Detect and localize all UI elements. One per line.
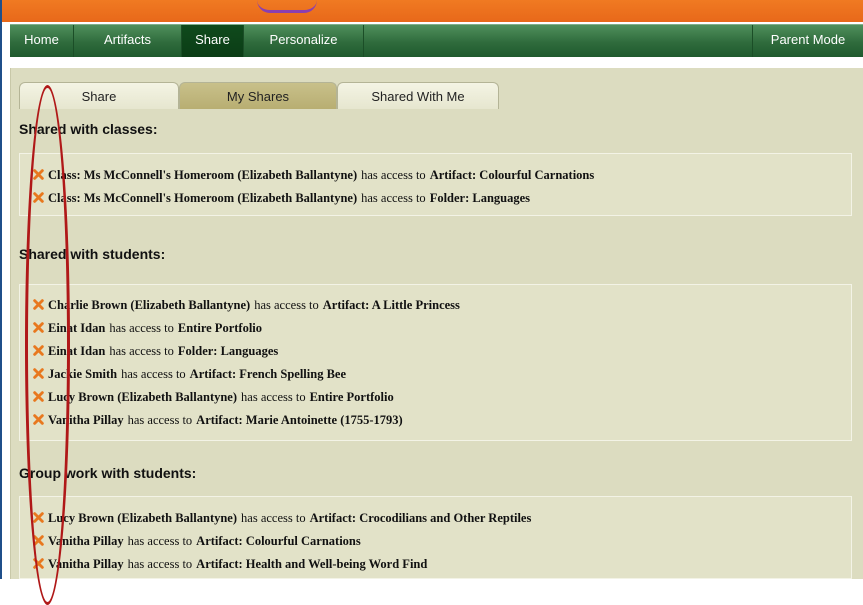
- access-connector: has access to: [121, 367, 186, 381]
- shared-item: Artifact: French Spelling Bee: [189, 367, 347, 381]
- share-list-box: [19, 153, 852, 216]
- tab-my-shares[interactable]: My Shares: [179, 82, 337, 109]
- share-row: Lucy Brown (Elizabeth Ballantyne) has acc…: [33, 511, 531, 526]
- share-recipient: Vanitha Pillay: [48, 413, 124, 427]
- logo-swoosh: [257, 0, 317, 13]
- nav-artifacts[interactable]: Artifacts: [74, 25, 182, 57]
- top-banner: [2, 0, 863, 22]
- remove-share-icon[interactable]: [33, 391, 44, 402]
- access-connector: has access to: [109, 344, 174, 358]
- access-connector: has access to: [241, 511, 306, 525]
- shared-item: Folder: Languages: [429, 191, 531, 205]
- shared-item: Artifact: Crocodilians and Other Reptile…: [309, 511, 532, 525]
- share-row: Vanitha Pillay has access to Artifact: Col…: [33, 534, 361, 549]
- tab-share[interactable]: Share: [19, 82, 179, 109]
- nav-parent-mode[interactable]: Parent Mode: [752, 25, 863, 57]
- access-connector: has access to: [109, 321, 174, 335]
- shared-item: Folder: Languages: [177, 344, 279, 358]
- share-row: Einat Idan has access to Entire Portfolio: [33, 321, 262, 336]
- tab-shared-with-me[interactable]: Shared With Me: [337, 82, 499, 109]
- share-row: Einat Idan has access to Folder: Languages: [33, 344, 278, 359]
- shared-item: Artifact: Health and Well-being Word Fin…: [196, 557, 428, 571]
- nav-share[interactable]: Share: [182, 25, 244, 57]
- share-recipient: Einat Idan: [48, 321, 106, 335]
- remove-share-icon[interactable]: [33, 192, 44, 203]
- main-nav: Home Artifacts Share Personalize Parent …: [10, 24, 863, 57]
- shared-item: Artifact: Colourful Carnations: [196, 534, 361, 548]
- nav-home[interactable]: Home: [10, 25, 74, 57]
- remove-share-icon[interactable]: [33, 368, 44, 379]
- share-recipient: Class: Ms McConnell's Homeroom (Elizabet…: [48, 168, 358, 182]
- access-connector: has access to: [361, 168, 426, 182]
- share-recipient: Jackie Smith: [48, 367, 118, 381]
- remove-share-icon[interactable]: [33, 535, 44, 546]
- remove-share-icon[interactable]: [33, 558, 44, 569]
- share-recipient: Class: Ms McConnell's Homeroom (Elizabet…: [48, 191, 358, 205]
- section-title: Shared with classes:: [19, 121, 158, 137]
- section-title: Shared with students:: [19, 246, 166, 262]
- share-row: Lucy Brown (Elizabeth Ballantyne) has acc…: [33, 390, 394, 405]
- share-row: Vanitha Pillay has access to Artifact: Hea…: [33, 557, 427, 572]
- access-connector: has access to: [361, 191, 426, 205]
- share-row: Charlie Brown (Elizabeth Ballantyne) has …: [33, 298, 460, 313]
- share-recipient: Charlie Brown (Elizabeth Ballantyne): [48, 298, 251, 312]
- content-panel: Share My Shares Shared With Me Shared wi…: [10, 68, 863, 579]
- access-connector: has access to: [241, 390, 306, 404]
- shared-item: Artifact: A Little Princess: [322, 298, 460, 312]
- access-connector: has access to: [127, 557, 193, 571]
- shared-item: Artifact: Marie Antoinette (1755-1793): [196, 413, 403, 427]
- access-connector: has access to: [127, 534, 193, 548]
- share-row: Class: Ms McConnell's Homeroom (Elizabet…: [33, 191, 530, 206]
- shared-item: Artifact: Colourful Carnations: [429, 168, 595, 182]
- shared-item: Entire Portfolio: [309, 390, 394, 404]
- share-row: Jackie Smith has access to Artifact: Frenc…: [33, 367, 346, 382]
- share-recipient: Vanitha Pillay: [48, 534, 124, 548]
- access-connector: has access to: [254, 298, 319, 312]
- remove-share-icon[interactable]: [33, 169, 44, 180]
- share-recipient: Einat Idan: [48, 344, 106, 358]
- remove-share-icon[interactable]: [33, 299, 44, 310]
- remove-share-icon[interactable]: [33, 345, 44, 356]
- remove-share-icon[interactable]: [33, 414, 44, 425]
- access-connector: has access to: [127, 413, 193, 427]
- remove-share-icon[interactable]: [33, 322, 44, 333]
- nav-personalize[interactable]: Personalize: [244, 25, 364, 57]
- share-recipient: Lucy Brown (Elizabeth Ballantyne): [48, 390, 238, 404]
- remove-share-icon[interactable]: [33, 512, 44, 523]
- share-row: Vanitha Pillay has access to Artifact: Mar…: [33, 413, 403, 428]
- share-row: Class: Ms McConnell's Homeroom (Elizabet…: [33, 168, 594, 183]
- section-title: Group work with students:: [19, 465, 197, 481]
- shared-item: Entire Portfolio: [177, 321, 263, 335]
- share-recipient: Lucy Brown (Elizabeth Ballantyne): [48, 511, 238, 525]
- share-recipient: Vanitha Pillay: [48, 557, 124, 571]
